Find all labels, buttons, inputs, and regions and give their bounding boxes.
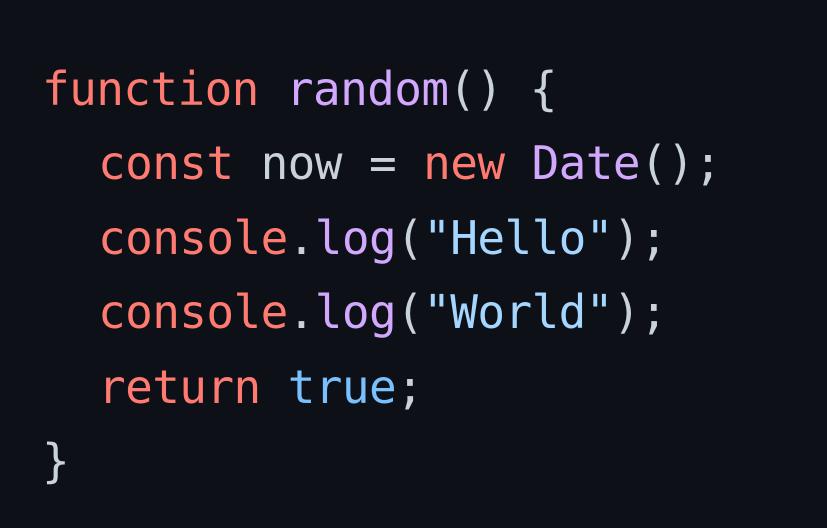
keyword-function: function xyxy=(42,62,259,116)
keyword-const: const xyxy=(98,136,234,191)
code-editor: function random() { const now = new Date… xyxy=(0,0,827,528)
code-line-4: console.log("World"); xyxy=(42,275,827,349)
closing-brace: } xyxy=(42,433,70,488)
member-dot: . xyxy=(287,210,316,265)
log-method: log xyxy=(314,285,397,340)
console-object: console xyxy=(98,210,288,265)
code-line-3: console.log("Hello"); xyxy=(42,201,827,275)
string-literal-hello: "Hello" xyxy=(423,210,613,265)
string-literal-world: "World" xyxy=(423,285,613,340)
open-paren: ( xyxy=(396,210,424,265)
close-paren: ); xyxy=(612,210,668,265)
semicolon: ; xyxy=(396,359,424,414)
code-line-5: return true; xyxy=(42,350,827,424)
function-params: () { xyxy=(448,62,557,116)
member-dot: . xyxy=(287,285,316,340)
open-paren: ( xyxy=(396,285,424,340)
code-line-2: const now = new Date(); xyxy=(42,126,827,200)
class-date: Date xyxy=(531,136,641,191)
console-object: console xyxy=(98,285,288,340)
function-name: random xyxy=(285,62,449,116)
variable-declaration: now = xyxy=(233,136,424,191)
keyword-return: return xyxy=(98,359,261,414)
boolean-true: true xyxy=(287,359,397,414)
code-line-1: function random() { xyxy=(42,52,827,126)
log-method: log xyxy=(314,210,397,265)
code-line-6: } xyxy=(42,424,827,498)
keyword-new: new xyxy=(423,136,505,191)
close-paren: ); xyxy=(612,285,668,340)
call-end: (); xyxy=(639,136,722,191)
